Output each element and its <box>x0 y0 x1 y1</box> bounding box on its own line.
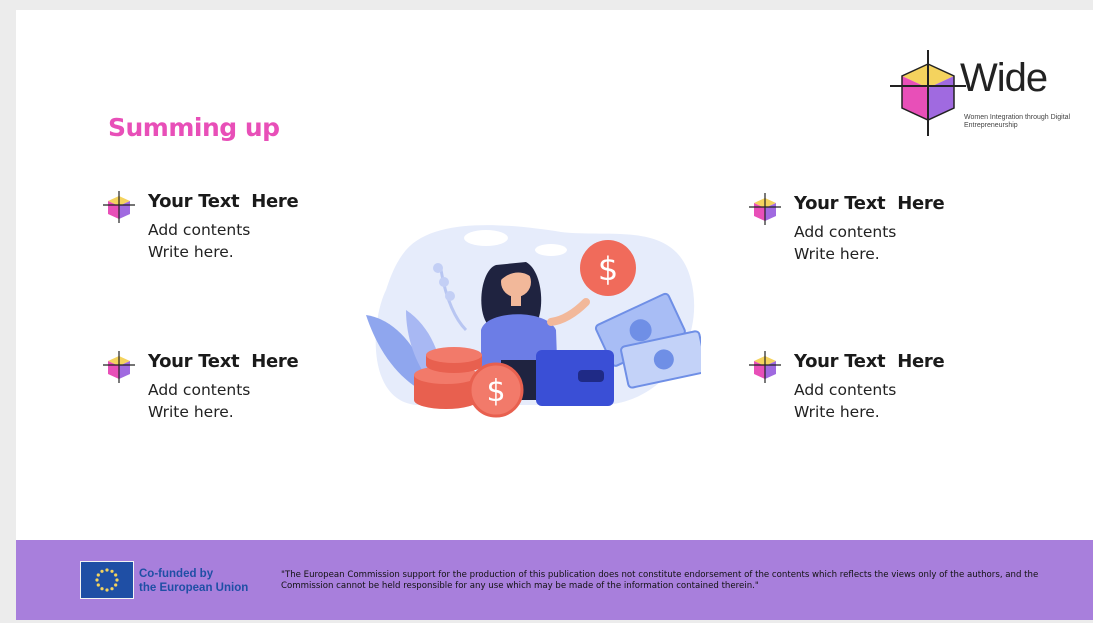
wide-logo: Wide Women Integration through Digital E… <box>888 46 1078 142</box>
slide-title: Summing up <box>108 113 280 142</box>
woman-with-money-illustration: $ $ <box>366 225 701 418</box>
logo-wordmark: Wide <box>960 56 1048 100</box>
disclaimer-text: "The European Commission support for the… <box>281 570 1039 591</box>
item-line-2: Write here. <box>794 245 880 263</box>
item-line-1: Add contents <box>794 381 897 399</box>
eu-label-line-2: the European Union <box>139 582 249 594</box>
item-line-2: Write here. <box>794 403 880 421</box>
cube-bullet-icon <box>103 351 135 383</box>
cube-bullet-icon <box>749 193 781 225</box>
cube-logo-icon <box>890 50 966 136</box>
eu-cofunded-label: Co-funded by the European Union <box>139 567 248 595</box>
cube-bullet-icon <box>749 351 781 383</box>
item-line-2: Write here. <box>148 403 234 421</box>
cube-bullet-icon <box>103 191 135 223</box>
item-heading: Your Text Here <box>794 193 945 214</box>
item-heading: Your Text Here <box>148 351 299 372</box>
svg-text:$: $ <box>598 250 618 288</box>
item-line-1: Add contents <box>794 223 897 241</box>
item-line-1: Add contents <box>148 381 251 399</box>
logo-subtitle: Women Integration through Digital Entrep… <box>964 114 1071 129</box>
footer-bar: Co-funded by the European Union "The Eur… <box>16 540 1093 620</box>
item-heading: Your Text Here <box>794 351 945 372</box>
item-line-1: Add contents <box>148 221 251 239</box>
svg-text:$: $ <box>486 374 505 409</box>
eu-flag-icon <box>80 561 134 599</box>
slide: Summing up Wide Women Integration throug… <box>16 10 1093 620</box>
eu-label-line-1: Co-funded by <box>139 568 214 580</box>
item-line-2: Write here. <box>148 243 234 261</box>
item-heading: Your Text Here <box>148 191 299 212</box>
